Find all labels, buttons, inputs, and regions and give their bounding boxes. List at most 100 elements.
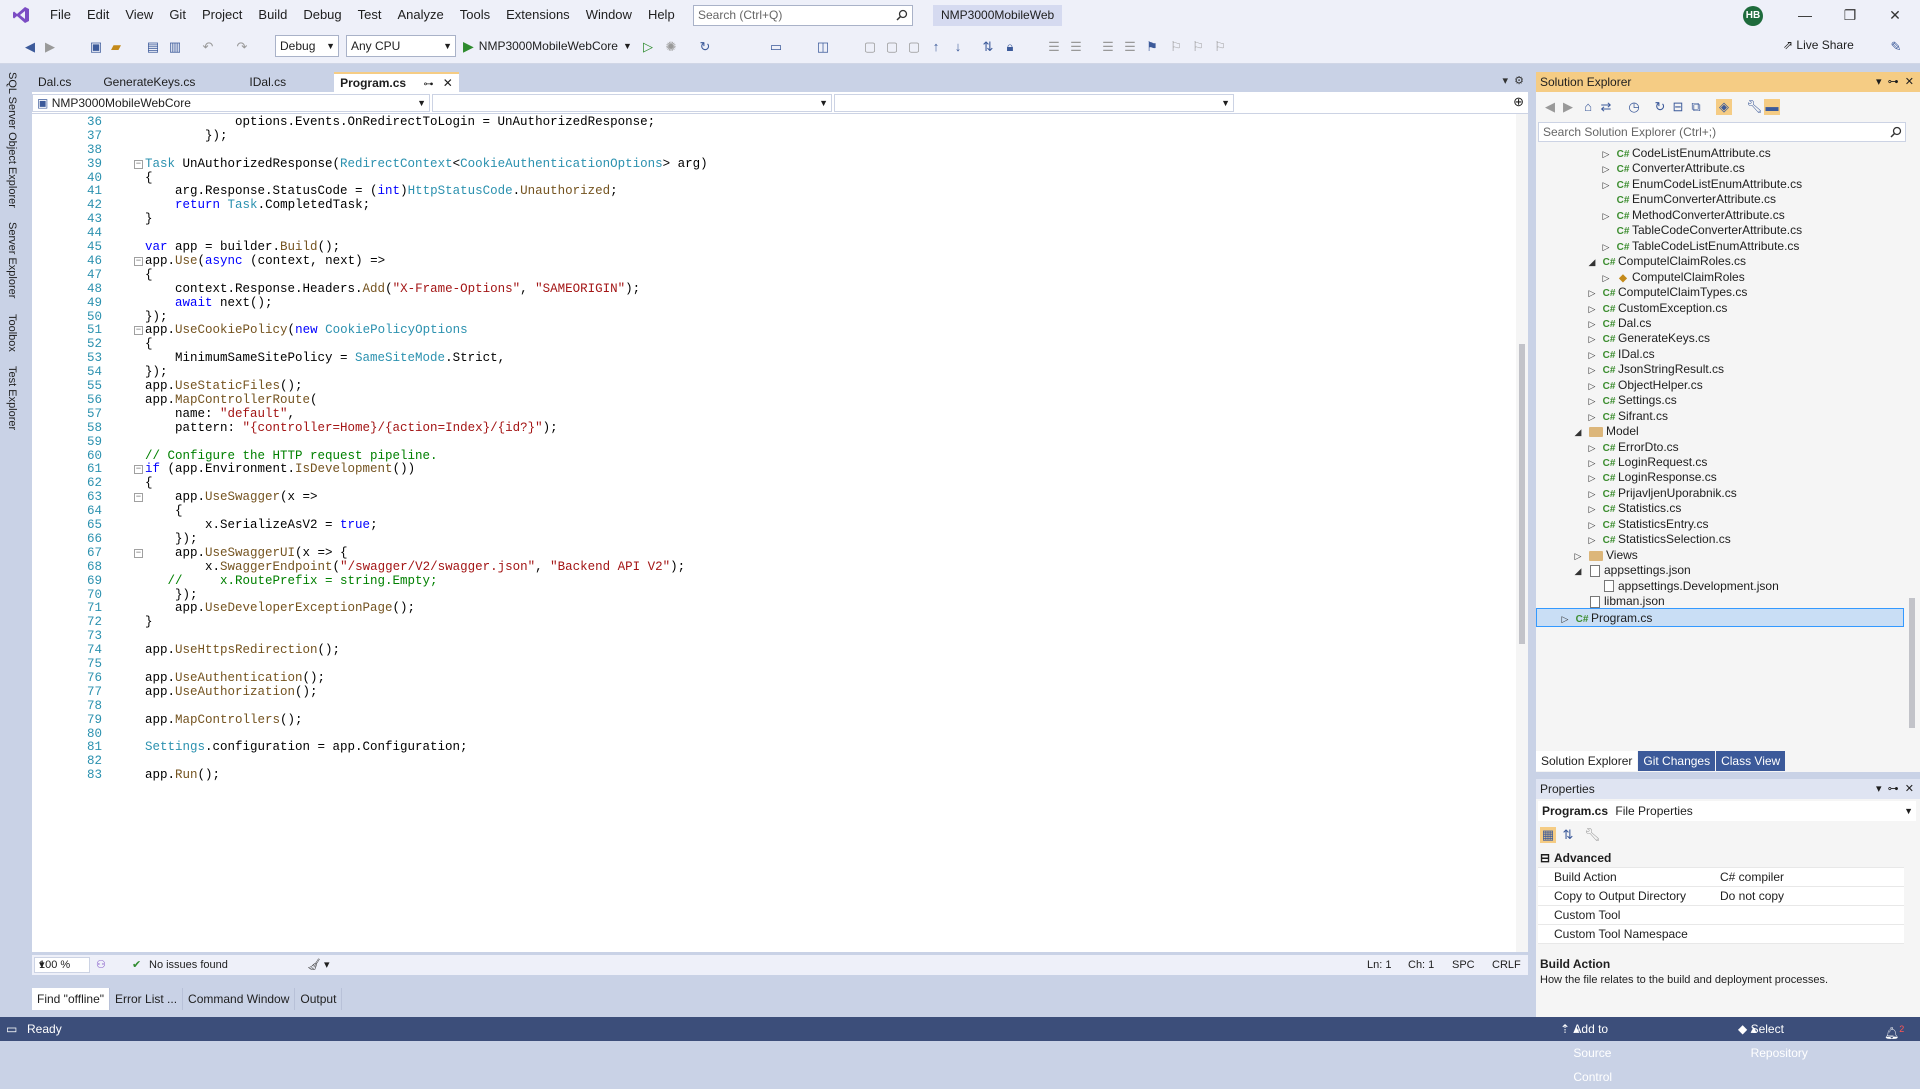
collapse-region-icon[interactable]: − xyxy=(134,465,143,475)
bookmark-nav-icon[interactable]: ▢ xyxy=(906,39,922,55)
uncomment-icon[interactable]: ▢ xyxy=(884,39,900,55)
toolbox-tab[interactable]: Toolbox xyxy=(6,314,18,352)
property-pages-icon[interactable]: 🔧︎ xyxy=(1584,827,1601,843)
show-all-files-icon[interactable]: ⧉ xyxy=(1688,99,1704,115)
property-category[interactable]: ⊟ Advanced xyxy=(1538,849,1904,868)
type-dropdown[interactable]: ▼ xyxy=(432,94,832,112)
save-all-icon[interactable]: ▥ xyxy=(167,39,183,55)
new-project-icon[interactable]: ▣ xyxy=(88,39,104,55)
outdent-icon[interactable]: ☰ xyxy=(1068,39,1084,55)
split-window-icon[interactable]: ⊕ xyxy=(1513,94,1524,110)
menu-tools[interactable]: Tools xyxy=(452,0,498,30)
avatar[interactable]: HB xyxy=(1743,6,1763,26)
solution-tree-scrollbar[interactable] xyxy=(1906,144,1918,744)
menu-git[interactable]: Git xyxy=(161,0,194,30)
restore-icon[interactable]: ❐ xyxy=(1830,4,1870,26)
menu-window[interactable]: Window xyxy=(578,0,640,30)
solution-search-input[interactable]: Search Solution Explorer (Ctrl+;) xyxy=(1538,122,1906,142)
tab-find-results[interactable]: Find "offline" xyxy=(32,988,111,1010)
configuration-select[interactable]: Debug ▼ xyxy=(275,35,339,57)
panel-window-icons[interactable]: ▾ ⊶ ✕ xyxy=(1876,779,1914,799)
property-row[interactable]: Custom Tool Namespace xyxy=(1538,925,1904,944)
project-dropdown[interactable]: ▣ NMP3000MobileWebCore ▼ xyxy=(32,94,430,112)
sync-icon[interactable]: ↻ xyxy=(1652,99,1668,115)
property-row[interactable]: Custom Tool xyxy=(1538,906,1904,925)
start-debugging-button[interactable]: ▶ NMP3000MobileWebCore ▼ xyxy=(463,35,632,57)
search-input[interactable]: Search (Ctrl+Q) xyxy=(693,5,913,26)
layout-icon[interactable]: ◫ xyxy=(815,39,831,55)
code-editor[interactable]: 35 options.Events.OnRedirectToAccessDeni… xyxy=(32,114,1516,952)
tab-error-list[interactable]: Error List ... xyxy=(110,988,184,1010)
format-icon[interactable]: ☰ xyxy=(1100,39,1116,55)
pending-changes-icon[interactable]: ◷ xyxy=(1626,99,1642,115)
expand-icon[interactable]: ▷ xyxy=(1557,610,1573,629)
tab-dal[interactable]: Dal.cs xyxy=(32,72,77,92)
back-icon[interactable]: ◀ xyxy=(1542,99,1558,115)
collapse-region-icon[interactable]: − xyxy=(134,326,143,336)
platform-select[interactable]: Any CPU ▼ xyxy=(346,35,456,57)
menu-help[interactable]: Help xyxy=(640,0,683,30)
indent-mode[interactable]: SPC xyxy=(1452,955,1475,975)
preview-icon[interactable]: ◈ xyxy=(1716,99,1732,115)
save-icon[interactable]: ▤ xyxy=(145,39,161,55)
panel-window-icons[interactable]: ▾ ⊶ ✕ xyxy=(1876,72,1914,92)
open-file-icon[interactable]: ▰ xyxy=(108,39,124,55)
tab-command-window[interactable]: Command Window xyxy=(183,988,296,1010)
select-repository-button[interactable]: ◆ Select Repository ▴ xyxy=(1738,1017,1808,1060)
properties-wrench-icon[interactable]: 🔧︎ xyxy=(1746,99,1763,115)
comment-icon[interactable]: ▢ xyxy=(862,39,878,55)
start-without-debugging-icon[interactable]: ▷ xyxy=(640,39,656,55)
format-selection-icon[interactable]: ☰ xyxy=(1122,39,1138,55)
scrollbar-thumb[interactable] xyxy=(1909,598,1915,728)
add-to-source-control-button[interactable]: ⇡ Add to Source Control ▴ xyxy=(1560,1017,1612,1084)
tab-overflow-icon[interactable]: ▾ ⚙ xyxy=(1503,74,1525,87)
scrollbar-thumb[interactable] xyxy=(1519,344,1525,644)
feedback-icon[interactable]: ✎ xyxy=(1888,39,1904,55)
tab-generatekeys[interactable]: GenerateKeys.cs xyxy=(97,72,201,92)
close-icon[interactable]: ✕ xyxy=(1875,4,1915,26)
collapse-region-icon[interactable]: − xyxy=(134,256,143,266)
tab-output[interactable]: Output xyxy=(295,988,343,1010)
menu-extensions[interactable]: Extensions xyxy=(498,0,578,30)
arrow-down-icon[interactable]: ↓ xyxy=(950,39,966,55)
live-share-button[interactable]: ⇗ Live Share xyxy=(1783,38,1854,52)
property-row[interactable]: Build Action C# compiler xyxy=(1538,868,1904,887)
menu-view[interactable]: View xyxy=(117,0,161,30)
menu-test[interactable]: Test xyxy=(350,0,390,30)
issues-status[interactable]: No issues found xyxy=(149,955,228,975)
clear-bookmarks-icon[interactable]: ⚐ xyxy=(1212,39,1228,55)
minimize-icon[interactable]: — xyxy=(1785,4,1825,26)
zoom-select[interactable]: 100 % ▾ xyxy=(34,957,90,973)
property-row[interactable]: Copy to Output Directory Do not copy xyxy=(1538,887,1904,906)
tab-solution-explorer[interactable]: Solution Explorer xyxy=(1536,751,1638,771)
step-over-icon[interactable]: ⇅ xyxy=(980,39,996,55)
browser-link-icon[interactable]: ▭ xyxy=(768,39,784,55)
member-dropdown[interactable]: ▼ xyxy=(834,94,1234,112)
cleanup-icon[interactable]: 🧹︎ ▾ xyxy=(307,955,330,975)
switch-views-icon[interactable]: ⇄ xyxy=(1598,99,1614,115)
tab-program[interactable]: Program.cs ⊶ ✕ xyxy=(334,72,459,92)
tree-item[interactable]: ▷ C# Program.cs xyxy=(1536,607,1904,629)
test-explorer-tab[interactable]: Test Explorer xyxy=(6,366,18,430)
menu-build[interactable]: Build xyxy=(250,0,295,30)
redo-icon[interactable]: ↷ xyxy=(234,39,250,55)
line-ending[interactable]: CRLF xyxy=(1492,955,1521,975)
tab-idal[interactable]: IDal.cs xyxy=(243,72,292,92)
menu-project[interactable]: Project xyxy=(194,0,250,30)
menu-debug[interactable]: Debug xyxy=(295,0,349,30)
editor-vertical-scrollbar[interactable] xyxy=(1516,114,1528,952)
collapse-region-icon[interactable]: − xyxy=(134,493,143,503)
close-tab-icon[interactable]: ✕ xyxy=(443,76,453,90)
menu-edit[interactable]: Edit xyxy=(79,0,117,30)
menu-file[interactable]: File xyxy=(42,0,79,30)
lock-icon[interactable]: 🔒︎ xyxy=(1002,39,1018,55)
categorized-icon[interactable]: ▦ xyxy=(1540,827,1556,843)
alphabetical-icon[interactable]: ⇅ xyxy=(1560,827,1576,843)
prev-bookmark-icon[interactable]: ⚐ xyxy=(1168,39,1184,55)
server-explorer-tab[interactable]: Server Explorer xyxy=(6,222,18,298)
intellicode-icon[interactable]: ⚇ xyxy=(96,955,106,975)
collapse-all-icon[interactable]: ⊟ xyxy=(1670,99,1686,115)
visual-studio-logo-icon[interactable] xyxy=(0,0,42,30)
sql-server-object-explorer-tab[interactable]: SQL Server Object Explorer xyxy=(6,72,18,208)
next-bookmark-icon[interactable]: ⚐ xyxy=(1190,39,1206,55)
